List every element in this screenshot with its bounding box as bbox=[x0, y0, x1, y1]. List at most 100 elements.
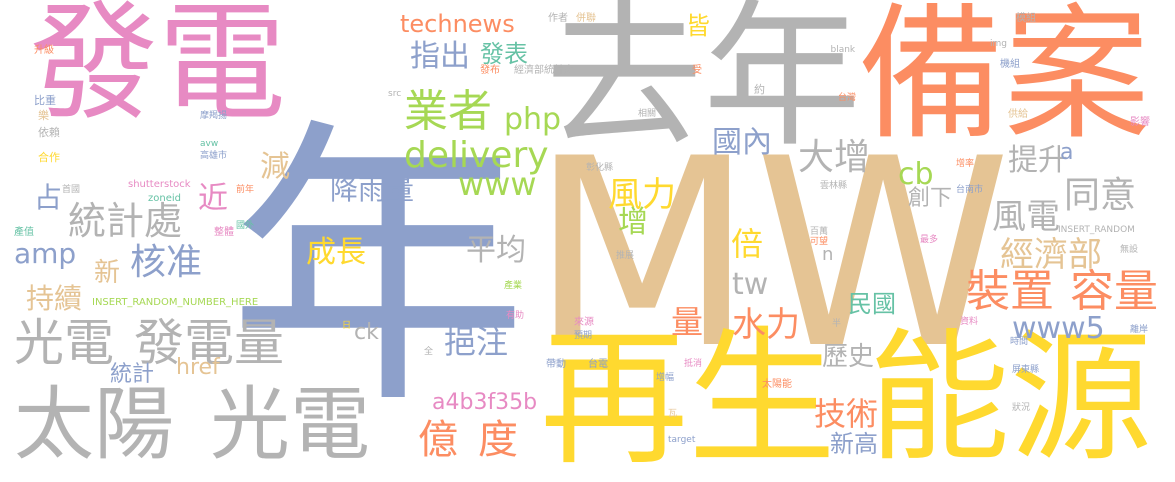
word-zoneid: zoneid bbox=[148, 193, 181, 204]
word-wa: 瓦 bbox=[668, 409, 678, 419]
word-guowai: 國外 bbox=[236, 221, 255, 231]
word-gongji: 供給 bbox=[1008, 109, 1028, 120]
word-dazeng: 大增 bbox=[798, 137, 871, 178]
word-zhengti: 整體 bbox=[214, 227, 234, 238]
word-youzhu: 有助 bbox=[506, 311, 525, 321]
word-www: www bbox=[458, 165, 537, 203]
word-a: a bbox=[1060, 140, 1074, 165]
word-lishi: 歷史 bbox=[822, 342, 875, 372]
word-ri: 日 bbox=[342, 321, 352, 331]
word-blank: _blank bbox=[826, 45, 856, 55]
word-ban: 半 bbox=[832, 319, 842, 329]
word-taiyang: 太陽 bbox=[14, 378, 174, 471]
word-zengfu: 增幅 bbox=[656, 373, 675, 383]
word-zhuangkuang: 狀況 bbox=[1012, 403, 1031, 413]
word-wushe: 無設 bbox=[1120, 245, 1139, 255]
word-taiwan: 台灣 bbox=[838, 93, 857, 103]
word-jin: 近 bbox=[198, 181, 228, 216]
word-jiangyuliang: 降雨量 bbox=[330, 173, 415, 206]
word-quan: 全 bbox=[424, 347, 434, 357]
word-lian: 離岸 bbox=[1130, 325, 1149, 335]
word-yi: 億 bbox=[418, 417, 458, 463]
word-hezhun: 核准 bbox=[130, 242, 203, 283]
word-du: 度 bbox=[478, 417, 518, 463]
word-tw: tw bbox=[732, 267, 769, 302]
word-tisheng: 提升 bbox=[1008, 143, 1068, 178]
word-yezhe: 業者 bbox=[404, 86, 492, 137]
word-shou: 受 bbox=[692, 65, 702, 76]
word-mojieyang: 摩羯揚 bbox=[200, 111, 228, 121]
word-shouguo: 首國 bbox=[62, 185, 81, 195]
word-tongyi: 同意 bbox=[1064, 175, 1137, 216]
word-guangdian-2: 光電 bbox=[14, 314, 114, 372]
word-ziliao: 資料 bbox=[960, 317, 979, 327]
word-amp: amp bbox=[14, 237, 77, 270]
word-pingtung: 屏東縣 bbox=[1012, 365, 1040, 375]
word-cloud: 發電 去年 備案 年 MW 再生 能源 太陽 光電 光電 發電量 統計處 核准 … bbox=[0, 0, 1175, 482]
word-zuiduo: 最多 bbox=[920, 235, 939, 245]
word-jingjibu-tongjichu: 經濟部統計處 bbox=[514, 65, 574, 76]
word-xin: 新 bbox=[94, 258, 121, 288]
word-shengji: 升級 bbox=[34, 45, 54, 56]
word-php: php bbox=[504, 102, 562, 137]
word-binglian: 併聯 bbox=[576, 13, 596, 24]
word-shijian: 時間 bbox=[1010, 337, 1029, 347]
word-baiwan: 百萬 bbox=[810, 227, 829, 237]
word-chengzhang: 成長 bbox=[306, 235, 366, 270]
word-ck: ck bbox=[354, 320, 379, 345]
word-insert-random: INSERT_RANDOM bbox=[1058, 225, 1135, 235]
word-pingjun: 平均 bbox=[466, 233, 526, 268]
word-xingao: 新高 bbox=[830, 430, 878, 458]
word-jizu: 機組 bbox=[1000, 59, 1020, 70]
word-fengdian: 風電 bbox=[992, 197, 1060, 237]
word-zeng: 增 bbox=[618, 205, 648, 240]
word-bei: 倍 bbox=[731, 225, 764, 263]
word-shutterstock: shutterstock bbox=[128, 179, 191, 190]
word-n: n bbox=[822, 244, 834, 265]
word-tongjichu: 統計處 bbox=[68, 199, 183, 243]
word-zhan: 占 bbox=[34, 181, 63, 214]
word-guonei: 國內 bbox=[712, 125, 772, 160]
word-kaohsiung: 高雄市 bbox=[200, 151, 228, 161]
word-src: src bbox=[388, 89, 402, 99]
word-xiangguan: 相關 bbox=[638, 109, 657, 119]
word-yilai: 依賴 bbox=[38, 126, 60, 139]
word-chixu: 持續 bbox=[26, 282, 83, 315]
word-jishu: 技術 bbox=[814, 395, 879, 433]
word-jie: 皆 bbox=[686, 12, 710, 40]
word-zhuangzhi: 裝置 bbox=[966, 266, 1054, 317]
word-yue: 約 bbox=[754, 83, 765, 96]
word-avw: avw bbox=[200, 139, 219, 149]
word-yunlin: 雲林縣 bbox=[820, 181, 848, 191]
word-dixiao: 抵消 bbox=[684, 359, 703, 369]
word-chanye: 產業 bbox=[504, 281, 523, 291]
word-yizhu: 挹注 bbox=[444, 323, 509, 361]
word-taidian: 台電 bbox=[588, 359, 608, 370]
word-fabu: 發布 bbox=[480, 65, 500, 76]
word-img: img bbox=[990, 39, 1007, 49]
word-taiyangneng: 太陽能 bbox=[762, 379, 792, 390]
word-mozu: 模組 bbox=[1016, 13, 1036, 24]
word-minguo: 民國 bbox=[848, 290, 896, 318]
word-jian: 減 bbox=[254, 150, 289, 180]
word-a4b3f35b: a4b3f35b bbox=[432, 390, 538, 415]
word-fabiao: 發表 bbox=[480, 40, 528, 68]
word-changhua: 彰化縣 bbox=[586, 163, 614, 173]
word-technews: technews bbox=[400, 10, 515, 38]
word-tongji: 統計 bbox=[110, 362, 155, 387]
word-rongliang: 容量 bbox=[1070, 266, 1158, 317]
word-zenglv: 增率 bbox=[956, 159, 975, 169]
word-zaisheng: 再生 bbox=[540, 313, 836, 482]
word-target: target bbox=[668, 435, 696, 445]
word-chuangxia: 創下 bbox=[908, 186, 953, 211]
word-laiyuan: 來源 bbox=[574, 317, 594, 328]
word-kewang: 可望 bbox=[810, 237, 829, 247]
word-yingxiang: 影響 bbox=[1130, 117, 1150, 128]
word-yuqi: 預期 bbox=[574, 331, 593, 341]
word-zhichu: 指出 bbox=[410, 39, 470, 74]
word-guangdian-1: 光電 bbox=[210, 378, 370, 471]
word-shuili: 水力 bbox=[732, 305, 800, 345]
word-le: 樂 bbox=[38, 109, 49, 122]
word-liang: 量 bbox=[666, 305, 704, 337]
word-href: href bbox=[176, 355, 220, 380]
